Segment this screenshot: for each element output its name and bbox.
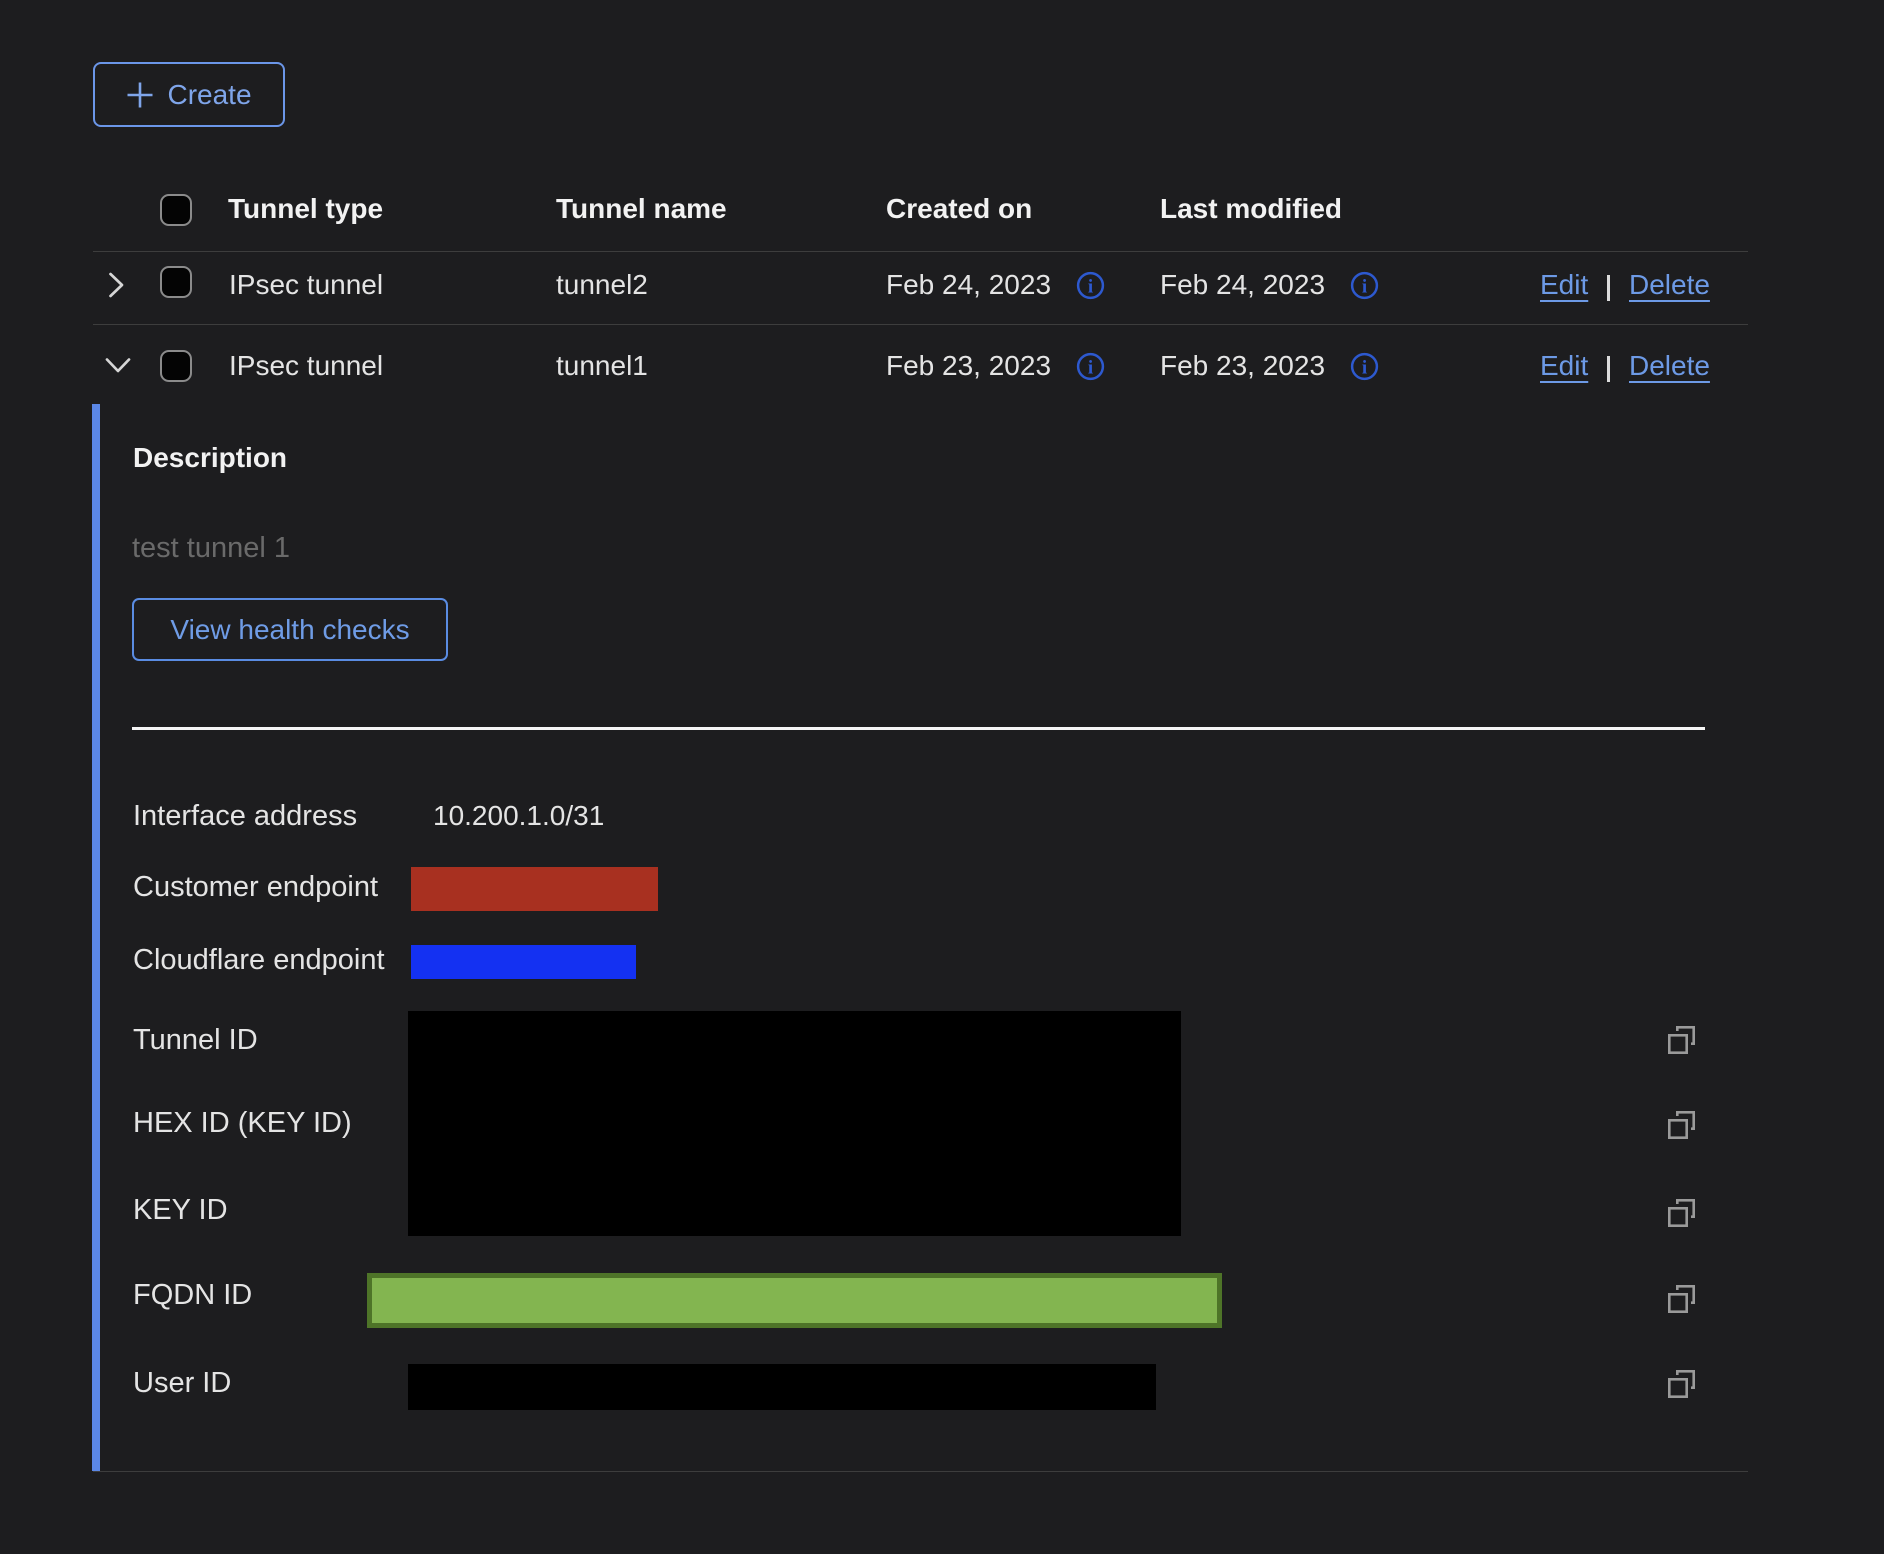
- svg-text:i: i: [1088, 277, 1093, 298]
- svg-text:i: i: [1362, 277, 1367, 298]
- svg-text:i: i: [1362, 358, 1367, 379]
- svg-text:i: i: [1088, 358, 1093, 379]
